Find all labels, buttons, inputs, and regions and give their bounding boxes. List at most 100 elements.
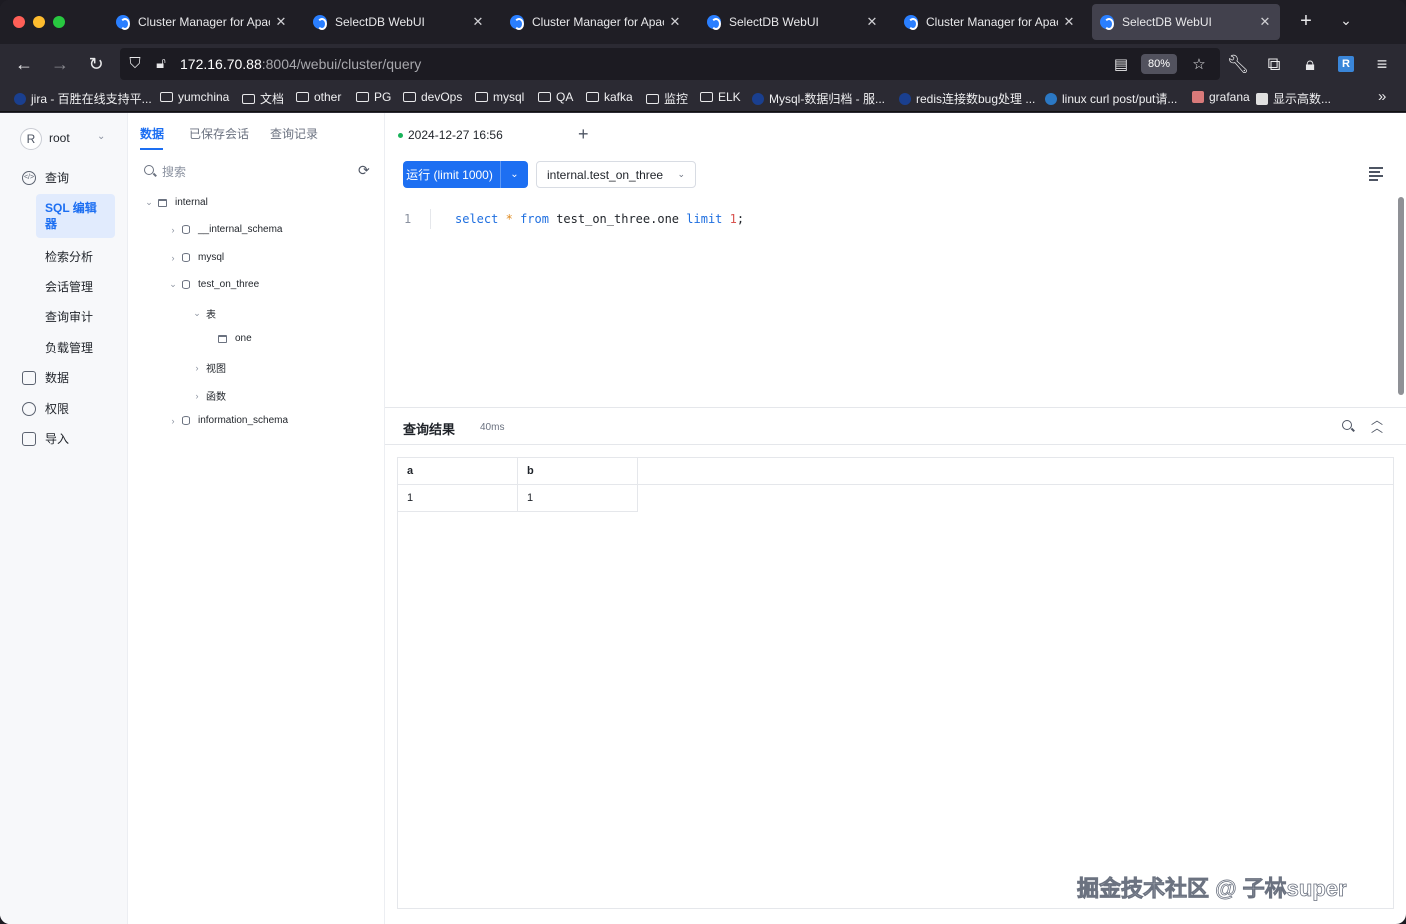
run-button-label[interactable]: 运行 (limit 1000) [403, 166, 500, 183]
bookmark-item[interactable]: Mysql-数据归档 - 服... [752, 90, 885, 107]
insecure-lock-icon[interactable]: 🔓︎ [152, 55, 170, 72]
chevron-down-icon[interactable]: ⌄ [500, 161, 528, 188]
new-tab-plus-icon[interactable]: + [1296, 10, 1316, 32]
tab-data[interactable]: 数据 [140, 125, 164, 142]
query-tab[interactable]: 2024-12-27 16:56 [398, 121, 563, 151]
nav-item-data[interactable]: 数据 [22, 369, 69, 386]
bookmark-folder[interactable]: other [296, 90, 341, 104]
format-align-icon[interactable] [1369, 167, 1383, 181]
chevron-down-icon[interactable]: ⌄ [168, 279, 178, 290]
reload-icon[interactable]: ↻ [84, 52, 108, 76]
chevron-right-icon[interactable]: › [168, 225, 178, 235]
lock-icon[interactable]: 🔒︎ [1298, 52, 1322, 76]
bookmark-folder[interactable]: kafka [586, 90, 633, 104]
nav-item-import[interactable]: 导入 [22, 430, 69, 447]
avatar[interactable]: R [20, 128, 42, 150]
tree-node-group-tables[interactable]: ⌄ 表 [192, 306, 216, 321]
nav-item-permission[interactable]: 权限 [22, 400, 69, 417]
editor-scrollbar[interactable] [1398, 197, 1404, 395]
table-cell[interactable]: 1 [398, 485, 518, 512]
close-icon[interactable]: ✕ [1062, 14, 1076, 30]
forward-arrow-icon[interactable]: → [48, 52, 72, 76]
browser-nav-bar: ← → ↻ ⛉ 🔓︎ 172.16.70.88:8004/webui/clust… [0, 44, 1406, 84]
shield-icon[interactable]: ⛉ [126, 55, 144, 72]
bookmark-item[interactable]: 显示高数... [1256, 90, 1331, 107]
database-select[interactable]: internal.test_on_three ⌄ [536, 161, 696, 188]
tree-node-group-functions[interactable]: › 函数 [192, 388, 227, 404]
bookmark-folder[interactable]: devOps [403, 90, 462, 104]
nav-sub-label[interactable]: SQL 编辑器 [45, 200, 107, 232]
browser-tab[interactable]: Cluster Manager for Apache Doris ✕ [108, 4, 296, 40]
minimize-window-button[interactable] [33, 16, 45, 28]
tree-node-database[interactable]: › __internal_schema [168, 224, 283, 235]
bookmark-item[interactable]: linux curl post/put请... [1045, 90, 1177, 107]
chevron-right-icon[interactable]: › [192, 391, 202, 401]
menu-hamburger-icon[interactable]: ≡ [1370, 52, 1394, 76]
address-bar[interactable]: ⛉ 🔓︎ 172.16.70.88:8004/webui/cluster/que… [120, 48, 1220, 80]
url-text[interactable]: 172.16.70.88:8004/webui/cluster/query [180, 56, 421, 72]
wrench-icon[interactable]: 🔧︎ [1226, 52, 1250, 76]
column-header[interactable]: b [518, 458, 638, 485]
add-query-tab-plus-icon[interactable]: + [578, 124, 589, 145]
search-icon[interactable] [1342, 420, 1352, 430]
browser-tab[interactable]: Cluster Manager for Apache Doris ✕ [896, 4, 1084, 40]
close-window-button[interactable] [13, 16, 25, 28]
zoom-level-badge[interactable]: 80% [1141, 54, 1177, 74]
browser-tab[interactable]: SelectDB WebUI ✕ [699, 4, 887, 40]
chevron-right-icon[interactable]: › [168, 253, 178, 263]
bookmark-star-icon[interactable]: ☆ [1190, 55, 1208, 73]
tree-node-database[interactable]: › mysql [168, 252, 225, 263]
column-header[interactable]: a [398, 458, 518, 485]
nav-sub-item-search-analysis[interactable]: 检索分析 [45, 248, 93, 265]
reader-view-icon[interactable]: ▤ [1112, 55, 1130, 73]
refresh-icon[interactable]: ⟳ [358, 162, 370, 179]
bookmark-item[interactable]: jira - 百胜在线支持平... [14, 90, 152, 107]
browser-tab[interactable]: Cluster Manager for Apache Doris ✕ [502, 4, 690, 40]
table-cell[interactable]: 1 [518, 485, 638, 512]
tree-node-group-views[interactable]: › 视图 [192, 360, 227, 376]
extensions-puzzle-icon[interactable]: ⧉ [1262, 52, 1286, 76]
close-icon[interactable]: ✕ [865, 14, 879, 30]
browser-tab-active[interactable]: SelectDB WebUI ✕ [1092, 4, 1280, 40]
browser-tab[interactable]: SelectDB WebUI ✕ [305, 4, 493, 40]
bookmark-folder[interactable]: PG [356, 90, 391, 104]
bookmark-folder[interactable]: mysql [475, 90, 524, 104]
bookmark-folder[interactable]: ELK [700, 90, 741, 104]
extension-r-icon[interactable]: R [1338, 56, 1354, 72]
bookmark-folder[interactable]: 监控 [646, 90, 688, 107]
maximize-window-button[interactable] [53, 16, 65, 28]
bookmark-folder[interactable]: 文档 [242, 90, 284, 107]
bookmarks-overflow-icon[interactable]: » [1378, 88, 1386, 105]
close-icon[interactable]: ✕ [1258, 14, 1272, 30]
tab-query-history[interactable]: 查询记录 [270, 125, 318, 142]
chevron-right-icon[interactable]: › [192, 363, 202, 373]
run-button[interactable]: 运行 (limit 1000) ⌄ [403, 161, 528, 188]
nav-sub-item-session-management[interactable]: 会话管理 [45, 278, 93, 295]
tab-list-chevron-icon[interactable]: ⌄ [1336, 12, 1356, 29]
chevron-down-icon[interactable]: ⌄ [192, 308, 202, 319]
nav-sub-item-workload-management[interactable]: 负载管理 [45, 339, 93, 356]
tab-saved-sessions[interactable]: 已保存会话 [189, 125, 249, 142]
sql-code-line[interactable]: select * from test_on_three.one limit 1; [455, 212, 744, 226]
close-icon[interactable]: ✕ [274, 14, 288, 30]
collapse-up-icon[interactable]: ︿ ︿ [1371, 414, 1383, 434]
tree-node-catalog[interactable]: ⌄ internal [144, 197, 208, 208]
bookmark-item[interactable]: grafana [1192, 90, 1250, 104]
tree-node-table[interactable]: one [218, 333, 252, 344]
back-arrow-icon[interactable]: ← [12, 52, 36, 76]
nav-sub-item-query-audit[interactable]: 查询审计 [45, 308, 93, 325]
nav-item-query[interactable]: </> 查询 [22, 169, 69, 186]
bookmark-item[interactable]: redis连接数bug处理 ... [899, 90, 1035, 107]
chevron-right-icon[interactable]: › [168, 416, 178, 426]
bookmark-folder[interactable]: QA [538, 90, 573, 104]
tree-node-database[interactable]: ⌄ test_on_three [168, 279, 259, 290]
bookmark-folder[interactable]: yumchina [160, 90, 229, 104]
user-name[interactable]: root [49, 131, 70, 145]
chevron-down-icon[interactable]: ⌄ [97, 131, 105, 142]
chevron-down-icon[interactable]: ⌄ [144, 197, 154, 208]
tab-title: Cluster Manager for Apache Doris [532, 15, 664, 29]
tree-node-database[interactable]: › information_schema [168, 415, 289, 426]
close-icon[interactable]: ✕ [668, 14, 682, 30]
close-icon[interactable]: ✕ [471, 14, 485, 30]
schema-search-input[interactable] [162, 163, 342, 181]
